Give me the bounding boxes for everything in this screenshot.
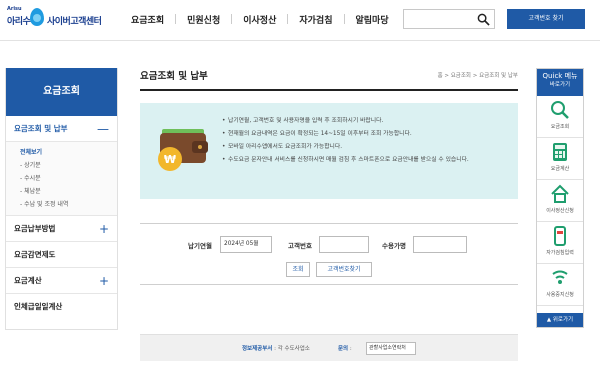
back-to-top-button[interactable]: ▲ 위로가기 [537, 313, 583, 327]
logo-name-text: 아리수 [7, 17, 31, 27]
water-drop-icon [30, 8, 44, 26]
nav-item-notice[interactable]: 알림마당 [345, 13, 400, 26]
contact-label-wrap: 문의 : [338, 346, 352, 352]
quick-menu-header: Quick 메뉴 바로가기 [537, 69, 583, 96]
quick-item-calc[interactable]: 요금계산 [537, 138, 583, 180]
page-title: 요금조회 및 납부 [140, 71, 208, 82]
sidebar-item-daily-calc[interactable]: 인체급일일계산 [6, 294, 117, 320]
quick-item-move[interactable]: 이사정산신청 [537, 180, 583, 222]
svg-text:₩: ₩ [164, 153, 176, 166]
house-icon [551, 184, 569, 203]
sidebar-item-calculation[interactable]: 요금계산 + [6, 268, 117, 294]
quick-menu: Quick 메뉴 바로가기 요금조회 요금계산 이사정산신청 자가검침입력 사용… [536, 68, 584, 328]
sidebar-item-label: 인체급일일계산 [14, 302, 63, 311]
expand-icon[interactable]: + [99, 268, 109, 294]
breadcrumb: 홈 > 요금조회 > 요금조회 및 납부 [437, 73, 518, 79]
search-icon[interactable] [477, 13, 490, 26]
main-nav: 요금조회 민원신청 이사정산 자가검침 알림마당 [120, 0, 400, 38]
nav-item-move[interactable]: 이사정산 [232, 13, 287, 26]
bill-search-form: 납기연월 2024년 05월 고객번호 수용가명 조회 고객번호찾기 [140, 223, 518, 285]
user-name-label: 수용가명 [382, 242, 406, 250]
submenu-item-regular[interactable]: - 상기분 [20, 159, 117, 172]
sidebar-item-discount[interactable]: 요금감면제도 [6, 242, 117, 268]
wallet-icon: ₩ [158, 129, 208, 171]
user-name-field[interactable] [413, 236, 467, 253]
notice-item: 수도요금 문자안내 서비스를 신청하시면 매월 검침 후 스마트폰으로 요금안내… [222, 156, 512, 165]
customer-number-label: 고객번호 [288, 242, 312, 250]
nav-item-meter[interactable]: 자가검침 [288, 13, 343, 26]
sidebar-item-label: 요금계산 [14, 276, 42, 285]
quick-item-label: 요금조회 [550, 124, 570, 130]
sidebar-item-label: 요금납부방법 [14, 224, 56, 233]
notice-item: 모바일 아리수앱에서도 요금조회가 가능합니다. [222, 143, 512, 152]
notice-box: ₩ 납기연월, 고객번호 및 사용자명을 입력 후 조회하시기 바랍니다. 현재… [140, 103, 518, 199]
quick-item-label: 자가검침입력 [546, 250, 574, 256]
sidebar-title: 요금조회 [6, 68, 117, 116]
top-header: Arisu 아리수 사이버고객센터 요금조회 민원신청 이사정산 자가검침 알림… [0, 0, 600, 40]
quick-item-stop[interactable]: 사용중지신청 [537, 264, 583, 306]
quick-item-meter[interactable]: 자가검침입력 [537, 222, 583, 264]
search-input[interactable] [403, 9, 495, 29]
quick-menu-title: Quick 메뉴 [542, 72, 578, 80]
back-to-top-label: 위로가기 [552, 317, 574, 323]
info-provider-value: 각 수도사업소 [277, 346, 310, 352]
contact-label: 문의 [338, 346, 349, 352]
info-provider-label: 정보제공부서 [242, 346, 273, 352]
quick-item-label: 이사정산신청 [546, 208, 574, 214]
collapse-icon[interactable]: — [97, 116, 109, 142]
nav-item-civil[interactable]: 민원신청 [176, 13, 231, 26]
submenu-item-overdue[interactable]: - 체납분 [20, 185, 117, 198]
search-button[interactable]: 조회 [286, 262, 310, 277]
title-divider [140, 89, 518, 91]
sidebar-submenu: 전체보기 - 상기분 - 수시분 - 체납분 - 수납 및 조정 내역 [6, 142, 117, 216]
sidebar-item-payment-method[interactable]: 요금납부방법 + [6, 216, 117, 242]
phone-meter-icon [554, 226, 566, 246]
logo-center-text: 사이버고객센터 [47, 17, 102, 27]
notice-item: 납기연월, 고객번호 및 사용자명을 입력 후 조회하시기 바랍니다. [222, 117, 512, 126]
nav-item-bill[interactable]: 요금조회 [120, 13, 175, 26]
magnifier-icon [551, 101, 569, 119]
tap-stop-icon [552, 270, 568, 284]
sidebar: 요금조회 요금조회 및 납부 — 전체보기 - 상기분 - 수시분 - 체납분 … [5, 68, 118, 330]
info-footer: 정보제공부서 : 각 수도사업소 문의 : 관할사업소연락처 [140, 334, 518, 361]
find-customer-number-button[interactable]: 고객번호 찾기 [507, 9, 585, 29]
find-customer-number-button[interactable]: 고객번호찾기 [316, 262, 372, 277]
submenu-item-all[interactable]: 전체보기 [20, 146, 117, 159]
customer-number-field[interactable] [319, 236, 369, 253]
info-provider: 정보제공부서 : 각 수도사업소 [242, 346, 310, 352]
sidebar-item-label: 요금조회 및 납부 [14, 124, 68, 133]
site-logo[interactable]: Arisu 아리수 사이버고객센터 [6, 6, 116, 32]
date-label: 납기연월 [188, 242, 212, 250]
quick-item-label: 요금계산 [550, 166, 570, 172]
quick-item-bill[interactable]: 요금조회 [537, 96, 583, 138]
submenu-item-history[interactable]: - 수납 및 조정 내역 [20, 198, 117, 211]
logo-small-text: Arisu [7, 6, 22, 12]
contact-select[interactable]: 관할사업소연락처 [366, 342, 416, 355]
submenu-item-occasional[interactable]: - 수시분 [20, 172, 117, 185]
sidebar-item-label: 요금감면제도 [14, 250, 56, 259]
sidebar-item-bill-payment[interactable]: 요금조회 및 납부 — [6, 116, 117, 142]
notice-item: 현재월의 요금내역은 요금이 확정되는 14~15일 이후부터 조회 가능합니다… [222, 130, 512, 139]
quick-item-label: 사용중지신청 [546, 292, 574, 298]
header-divider [0, 40, 600, 41]
calculator-icon [553, 143, 567, 161]
expand-icon[interactable]: + [99, 216, 109, 242]
quick-menu-subtitle: 바로가기 [549, 82, 571, 88]
notice-list: 납기연월, 고객번호 및 사용자명을 입력 후 조회하시기 바랍니다. 현재월의… [222, 117, 512, 169]
date-select[interactable]: 2024년 05월 [220, 236, 272, 253]
